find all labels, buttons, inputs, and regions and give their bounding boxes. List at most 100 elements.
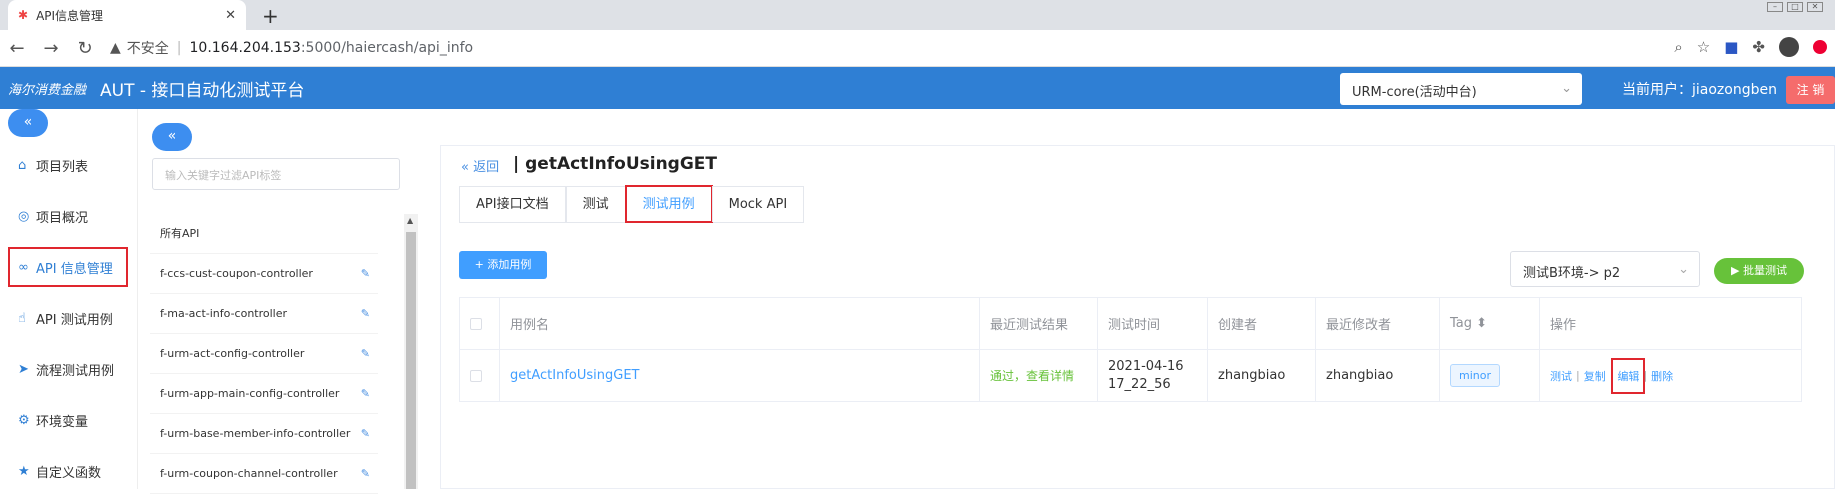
list-item[interactable]: 所有API <box>150 214 378 254</box>
filter-input[interactable]: 输入关键字过滤API标签 <box>152 158 400 190</box>
app-favicon-icon: ✱ <box>18 8 29 22</box>
sidebar-item-label: API 测试用例 <box>36 312 113 328</box>
eye-icon: ◎ <box>18 208 30 224</box>
batch-test-button[interactable]: ▶ 批量测试 <box>1714 258 1804 284</box>
home-icon: ⌂ <box>18 157 27 173</box>
maximize-icon[interactable]: □ <box>1787 2 1803 12</box>
send-icon: ➤ <box>18 361 29 377</box>
scrollbar-thumb[interactable] <box>406 232 416 489</box>
scroll-up-icon[interactable]: ▲ <box>407 216 413 225</box>
col-last-result: 最近测试结果 <box>980 298 1098 349</box>
select-all-checkbox[interactable] <box>470 317 482 330</box>
env-select-value: 测试B环境-> p2 <box>1523 266 1621 281</box>
test-action-link[interactable]: 测试 <box>1550 368 1572 384</box>
browser-tab[interactable]: ✱ API信息管理 ✕ <box>8 0 246 30</box>
case-name-link[interactable]: getActInfoUsingGET <box>510 368 639 383</box>
url-path: :5000/haiercash/api_info <box>300 40 474 56</box>
col-creator: 创建者 <box>1208 298 1316 349</box>
url-field[interactable]: ▲ 不安全 | 10.164.204.153:5000/haiercash/ap… <box>110 38 473 58</box>
hand-icon: ☝ <box>18 310 26 326</box>
project-select-value: URM-core(活动中台) <box>1352 85 1477 100</box>
tab-test[interactable]: 测试 <box>565 186 626 222</box>
controller-scrollbar[interactable]: ▲ <box>404 214 418 489</box>
sidebar-item-label: 项目概况 <box>36 210 89 226</box>
panel-collapse-button[interactable]: « <box>152 123 192 151</box>
edit-icon[interactable]: ✎ <box>361 454 370 494</box>
browser-toolbar: ⌕ ☆ ■ ✤ <box>1674 37 1827 57</box>
browser-tab-strip: ✱ API信息管理 ✕ + – □ ✕ <box>0 0 1835 30</box>
sidebar-item-env-vars[interactable]: ⚙ 环境变量 <box>10 402 126 438</box>
tag-cell: minor <box>1440 350 1540 401</box>
reload-icon[interactable]: ↻ <box>68 38 102 59</box>
address-bar-row: ← → ↻ ▲ 不安全 | 10.164.204.153:5000/haierc… <box>0 30 1835 67</box>
back-arrow-icon[interactable]: ← <box>0 38 34 59</box>
env-select[interactable]: 测试B环境-> p2 ⌄ <box>1510 251 1700 287</box>
star-icon: ★ <box>18 463 30 479</box>
edit-icon[interactable]: ✎ <box>361 374 370 414</box>
notification-icon[interactable] <box>1813 40 1827 54</box>
list-item-label: f-ma-act-info-controller <box>160 307 288 320</box>
delete-action-link[interactable]: 删除 <box>1651 368 1673 384</box>
test-case-table: 用例名 最近测试结果 测试时间 创建者 最近修改者 Tag ⬍ 操作 getAc… <box>459 297 1802 402</box>
edit-icon[interactable]: ✎ <box>361 414 370 454</box>
col-actions: 操作 <box>1550 318 1577 333</box>
back-link[interactable]: « 返回 <box>461 156 499 175</box>
logout-button[interactable]: 注 销 <box>1786 76 1835 104</box>
row-checkbox[interactable] <box>470 369 482 382</box>
sidebar-item-api-test-cases[interactable]: ☝ API 测试用例 <box>10 300 126 336</box>
close-tab-icon[interactable]: ✕ <box>225 8 236 23</box>
edit-icon[interactable]: ✎ <box>361 334 370 374</box>
copy-action-link[interactable]: 复制 <box>1584 368 1606 384</box>
sidebar-item-flow-test-cases[interactable]: ➤ 流程测试用例 <box>10 351 126 387</box>
zoom-icon[interactable]: ⌕ <box>1674 38 1682 56</box>
sidebar-item-label: API 信息管理 <box>36 261 113 277</box>
action-divider: | <box>1576 369 1580 382</box>
table-row: getActInfoUsingGET 通过，查看详情 2021-04-16 17… <box>460 350 1801 401</box>
warning-icon: ▲ <box>110 40 121 56</box>
list-item[interactable]: f-urm-app-main-config-controller ✎ <box>150 374 378 414</box>
tab-test-cases[interactable]: 测试用例 <box>624 185 713 223</box>
list-item[interactable]: f-urm-coupon-channel-controller ✎ <box>150 454 378 494</box>
puzzle-icon[interactable]: ✤ <box>1752 38 1765 56</box>
col-modifier: 最近修改者 <box>1316 298 1440 349</box>
sidebar-item-label: 流程测试用例 <box>36 363 115 379</box>
sidebar-item-custom-functions[interactable]: ★ 自定义函数 <box>10 453 126 489</box>
bookmark-star-icon[interactable]: ☆ <box>1697 38 1710 56</box>
link-icon: ∞ <box>18 259 29 275</box>
new-tab-button[interactable]: + <box>262 4 279 28</box>
url-host: 10.164.204.153 <box>189 40 301 56</box>
forward-arrow-icon[interactable]: → <box>34 38 68 59</box>
chevron-down-icon: ⌄ <box>1561 81 1572 96</box>
col-tag[interactable]: Tag ⬍ <box>1440 298 1540 349</box>
project-select[interactable]: URM-core(活动中台) ⌄ <box>1340 73 1582 105</box>
list-item[interactable]: f-urm-act-config-controller ✎ <box>150 334 378 374</box>
result-cell: 通过，查看详情 <box>980 350 1098 401</box>
window-controls: – □ ✕ <box>1767 2 1823 12</box>
tab-api-doc[interactable]: API接口文档 <box>459 186 566 222</box>
list-item[interactable]: f-ma-act-info-controller ✎ <box>150 294 378 334</box>
list-item-label: f-ccs-cust-coupon-controller <box>160 267 313 280</box>
sidebar: « ⌂ 项目列表 ◎ 项目概况 ∞ API 信息管理 ☝ API 测试用例 ➤ 流程测试用… <box>0 109 138 489</box>
extension-shield-icon[interactable]: ■ <box>1724 38 1738 56</box>
list-item-label: f-urm-act-config-controller <box>160 347 305 360</box>
list-item[interactable]: f-urm-base-member-info-controller ✎ <box>150 414 378 454</box>
sidebar-item-project-overview[interactable]: ◎ 项目概况 <box>10 198 126 234</box>
result-link[interactable]: 通过，查看详情 <box>990 367 1074 384</box>
edit-action-link[interactable]: 编辑 <box>1611 357 1646 394</box>
tab-mock-api[interactable]: Mock API <box>711 186 805 222</box>
edit-icon[interactable]: ✎ <box>361 294 370 334</box>
brand-logo: 海尔消费金融 <box>8 82 87 98</box>
action-divider: | <box>1643 369 1648 382</box>
sidebar-item-api-info[interactable]: ∞ API 信息管理 <box>8 247 128 287</box>
close-window-icon[interactable]: ✕ <box>1807 2 1823 12</box>
sidebar-collapse-button[interactable]: « <box>8 109 48 137</box>
actions-cell: 测试 | 复制 | 编辑 | 删除 <box>1540 350 1701 401</box>
sidebar-item-project-list[interactable]: ⌂ 项目列表 <box>10 147 126 183</box>
profile-avatar-icon[interactable] <box>1779 37 1799 57</box>
chevron-down-icon: ⌄ <box>1678 262 1689 277</box>
add-case-button[interactable]: + 添加用例 <box>459 251 547 279</box>
list-item[interactable]: f-ccs-cust-coupon-controller ✎ <box>150 254 378 294</box>
minimize-icon[interactable]: – <box>1767 2 1783 12</box>
edit-icon[interactable]: ✎ <box>361 254 370 294</box>
select-all-checkbox-cell <box>460 298 500 349</box>
